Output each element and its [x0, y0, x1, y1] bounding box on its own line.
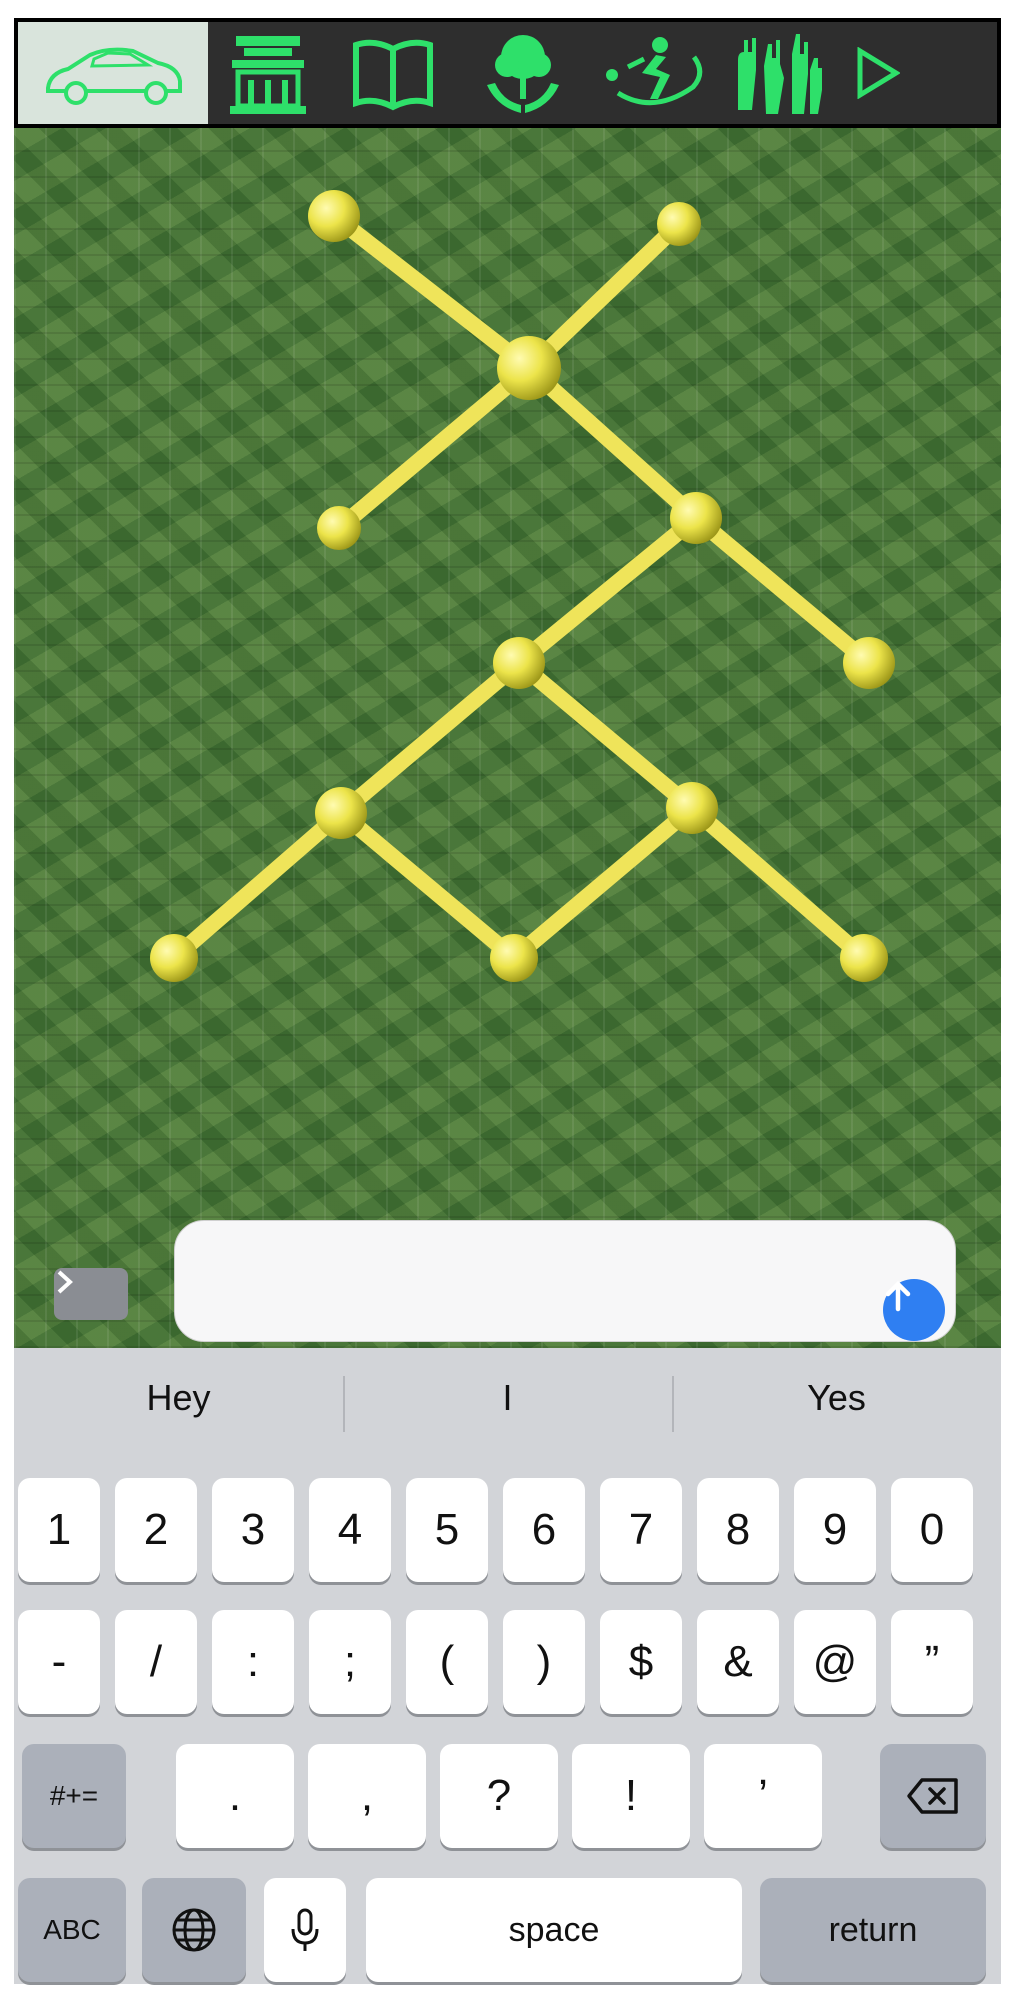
key-4[interactable]: 4	[309, 1478, 391, 1582]
app-screen	[14, 18, 1001, 1348]
globe-icon	[172, 1908, 216, 1952]
suggestion-item[interactable]: Yes	[672, 1348, 1001, 1448]
key-5[interactable]: 5	[406, 1478, 488, 1582]
key-apostrophe[interactable]: ’	[704, 1744, 822, 1848]
microphone-icon	[291, 1908, 319, 1951]
key-period[interactable]: .	[176, 1744, 294, 1848]
key-8[interactable]: 8	[697, 1478, 779, 1582]
toolbar-item-book[interactable]	[328, 22, 458, 124]
message-input[interactable]	[174, 1220, 956, 1342]
toolbar-item-sports[interactable]	[588, 22, 718, 124]
play-icon	[857, 47, 900, 99]
suggestion-item[interactable]: I	[343, 1348, 672, 1448]
temple-icon	[230, 36, 306, 114]
predictive-suggestions: Hey I Yes	[14, 1348, 1001, 1448]
key-hyphen[interactable]: -	[18, 1610, 100, 1714]
key-close-paren[interactable]: )	[503, 1610, 585, 1714]
tree-hands-icon	[487, 35, 559, 113]
key-comma[interactable]: ,	[308, 1744, 426, 1848]
return-key[interactable]: return	[760, 1878, 986, 1982]
on-screen-keyboard: Hey I Yes 1 2 3 4 5 6 7 8 9 0 - / : ; ( …	[14, 1348, 1001, 1984]
key-0[interactable]: 0	[891, 1478, 973, 1582]
key-question[interactable]: ?	[440, 1744, 558, 1848]
toolbar-item-temple[interactable]	[208, 22, 328, 124]
raised-hands-icon	[738, 34, 822, 114]
satellite-map[interactable]	[14, 128, 1001, 1348]
key-1[interactable]: 1	[18, 1478, 100, 1582]
key-ampersand[interactable]: &	[697, 1610, 779, 1714]
key-at[interactable]: @	[794, 1610, 876, 1714]
arrow-up-icon	[885, 1280, 911, 1312]
key-exclamation[interactable]: !	[572, 1744, 690, 1848]
chevron-right-icon	[57, 1270, 73, 1294]
key-more-symbols[interactable]: #+=	[22, 1744, 126, 1848]
connector-lines	[166, 208, 877, 966]
key-7[interactable]: 7	[600, 1478, 682, 1582]
key-colon[interactable]: :	[212, 1610, 294, 1714]
book-icon	[353, 39, 433, 111]
toolbar-item-car[interactable]	[18, 22, 208, 124]
dictation-key[interactable]	[264, 1878, 346, 1982]
key-abc[interactable]: ABC	[18, 1878, 126, 1982]
key-9[interactable]: 9	[794, 1478, 876, 1582]
suggestion-item[interactable]: Hey	[14, 1348, 343, 1448]
key-semicolon[interactable]: ;	[309, 1610, 391, 1714]
toolbar-item-tree[interactable]	[458, 22, 588, 124]
sports-player-icon	[606, 37, 703, 106]
toolbar-item-community[interactable]	[718, 22, 838, 124]
key-3[interactable]: 3	[212, 1478, 294, 1582]
car-icon	[46, 47, 182, 105]
globe-key[interactable]	[142, 1878, 246, 1982]
key-6[interactable]: 6	[503, 1478, 585, 1582]
space-key[interactable]: space	[366, 1878, 742, 1982]
toolbar-item-more[interactable]	[838, 22, 918, 124]
key-dollar[interactable]: $	[600, 1610, 682, 1714]
category-toolbar	[14, 18, 1001, 128]
key-open-paren[interactable]: (	[406, 1610, 488, 1714]
backspace-key[interactable]	[880, 1744, 986, 1848]
send-button[interactable]	[883, 1279, 945, 1341]
pattern-overlay	[150, 190, 895, 982]
key-quote[interactable]: ”	[891, 1610, 973, 1714]
expand-apps-button[interactable]	[54, 1268, 128, 1320]
key-slash[interactable]: /	[115, 1610, 197, 1714]
key-2[interactable]: 2	[115, 1478, 197, 1582]
backspace-icon	[907, 1778, 958, 1814]
message-composer	[14, 1188, 1001, 1342]
